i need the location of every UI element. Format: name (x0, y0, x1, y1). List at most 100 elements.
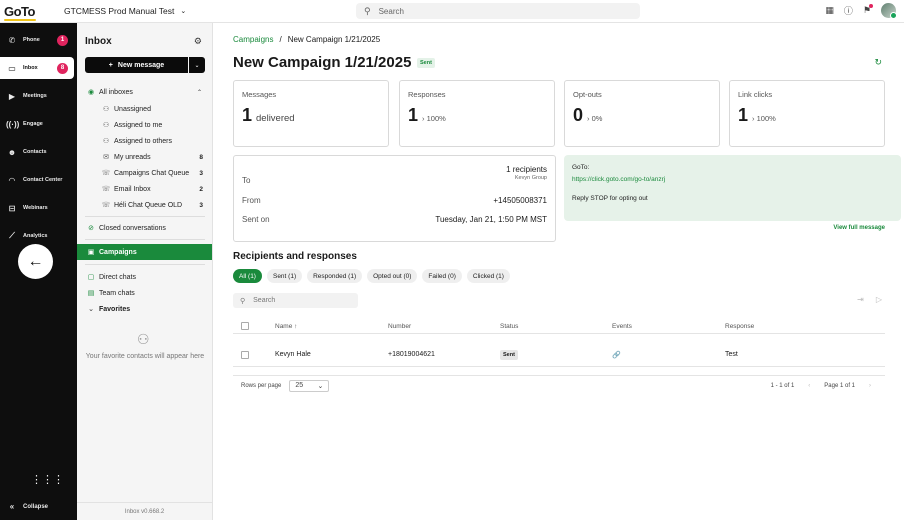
inbox-email[interactable]: ☏ Email Inbox 2 (77, 181, 212, 197)
top-bar: GoTo GTCMESS Prod Manual Test ⌄ ⚲ Search… (0, 0, 904, 23)
contacts-icon: ☻ (7, 147, 17, 157)
webinar-icon: ⊟ (8, 203, 16, 213)
top-icons: ▦ ⓘ ⚑ (825, 3, 897, 19)
header-number: Number (388, 322, 412, 330)
inbox-heli-chat-queue[interactable]: ☏ Héli Chat Queue OLD 3 (77, 197, 212, 213)
headset-icon: ◠ (8, 175, 16, 185)
person-icon: ⚇ (102, 106, 110, 113)
user-avatar[interactable] (881, 3, 897, 19)
filter-opted-out[interactable]: Opted out (0) (367, 269, 418, 283)
select-all-checkbox[interactable] (241, 322, 249, 330)
nav-label: Contact Center (23, 177, 63, 183)
tenant-name: GTCMESS Prod Manual Test (64, 6, 175, 16)
nav-contacts[interactable]: ☻ Contacts (0, 141, 74, 163)
goto-logo[interactable]: GoTo (4, 4, 52, 21)
inbox-assigned-to-me[interactable]: ⚇ Assigned to me (77, 117, 212, 133)
inbox-assigned-to-others[interactable]: ⚇ Assigned to others (77, 133, 212, 149)
header-events: Events (612, 322, 632, 330)
favorites-toggle[interactable]: ⌄ Favorites (77, 301, 212, 317)
row-label: Assigned to others (114, 137, 172, 145)
stat-unit: delivered (256, 113, 295, 124)
tenant-selector[interactable]: GTCMESS Prod Manual Test ⌄ (64, 6, 186, 16)
sent-date: Tuesday, Jan 21, 1:50 PM MST (435, 215, 547, 224)
nav-engage[interactable]: ((·)) Engage (0, 113, 74, 135)
prev-page-icon[interactable]: ‹ (808, 383, 810, 389)
help-icon[interactable]: ⓘ (844, 4, 853, 17)
closed-conversations[interactable]: ⊘ Closed conversations (77, 220, 212, 236)
nav-label: Engage (23, 121, 43, 127)
filter-failed[interactable]: Failed (0) (422, 269, 462, 283)
stat-number: 1 (738, 105, 749, 125)
stat-number: 1 (242, 105, 253, 125)
inbox-my-unreads[interactable]: ✉ My unreads 8 (77, 149, 212, 165)
filter-all[interactable]: All (1) (233, 269, 262, 283)
team-icon: ▤ (87, 290, 95, 297)
rows-per-page-label: Rows per page (241, 382, 282, 389)
global-search-input[interactable]: ⚲ Search (356, 3, 640, 19)
video-icon: ▶ (8, 91, 16, 101)
filter-sent[interactable]: Sent (1) (266, 269, 303, 283)
filter-chips: All (1) Sent (1) Responded (1) Opted out… (233, 269, 510, 283)
stat-label: Responses (408, 90, 446, 99)
send-icon[interactable]: ▷ (876, 295, 882, 304)
check-circle-icon: ⊘ (88, 225, 94, 232)
row-label: Assigned to me (114, 121, 163, 129)
stat-percent: › 100% (752, 114, 776, 123)
stat-percent: › 100% (422, 114, 446, 123)
apps-grid-icon[interactable]: ⋮⋮⋮ (31, 473, 64, 486)
calendar-icon[interactable]: ▦ (825, 5, 834, 16)
row-checkbox[interactable] (241, 350, 249, 359)
team-chats[interactable]: ▤ Team chats (77, 285, 212, 301)
next-page-icon[interactable]: › (869, 383, 871, 389)
table-row[interactable]: Kevyn Hale +18019004621 Sent 🔗 Test (233, 343, 885, 367)
nav-label: Contacts (23, 149, 47, 155)
nav-label: Meetings (23, 93, 47, 99)
new-message-dropdown[interactable]: ⌄ (189, 57, 205, 73)
filter-responded[interactable]: Responded (1) (307, 269, 363, 283)
rows-per-page-select[interactable]: 25 ⌄ (289, 379, 330, 392)
row-label: Direct chats (99, 273, 136, 281)
view-full-message-link[interactable]: View full message (833, 225, 885, 231)
nav-meetings[interactable]: ▶ Meetings (0, 85, 74, 107)
cell-response: Test (725, 351, 738, 358)
from-number: +14505008371 (493, 196, 547, 205)
detail-label: From (242, 196, 261, 205)
export-icon[interactable]: ⇥ (857, 295, 864, 304)
recipients-search-input[interactable]: ⚲ Search (233, 293, 358, 308)
breadcrumb-campaigns-link[interactable]: Campaigns (233, 35, 273, 44)
new-message-label: New message (117, 61, 165, 69)
breadcrumb: Campaigns / New Campaign 1/21/2025 (233, 35, 380, 44)
direct-chats[interactable]: ▢ Direct chats (77, 269, 212, 285)
chevron-down-icon: ⌄ (180, 8, 187, 15)
row-label: Unassigned (114, 105, 151, 113)
divider (85, 264, 205, 265)
collapse-button[interactable]: « Collapse (6, 502, 48, 511)
search-placeholder: Search (253, 297, 276, 304)
header-name[interactable]: Name ↑ (275, 323, 297, 330)
campaigns-item[interactable]: ▣ Campaigns (77, 244, 212, 260)
inbox-badge: 8 (57, 62, 68, 74)
filter-clicked[interactable]: Clicked (1) (466, 269, 510, 283)
inbox-unassigned[interactable]: ⚇ Unassigned (77, 101, 212, 117)
preview-link[interactable]: https://click.goto.com/go-to/anzrj (572, 176, 893, 183)
nav-inbox[interactable]: ▭ Inbox 8 (0, 57, 74, 79)
plus-icon: + (108, 61, 113, 69)
gear-icon[interactable]: ⚙ (194, 36, 202, 47)
row-label: Closed conversations (99, 224, 166, 232)
analytics-icon: ⟋ (9, 231, 15, 240)
notifications-icon[interactable]: ⚑ (863, 4, 874, 16)
nav-contact-center[interactable]: ◠ Contact Center (0, 169, 74, 191)
nav-webinars[interactable]: ⊟ Webinars (0, 197, 74, 219)
chevron-down-icon: ⌄ (194, 62, 200, 69)
inbox-version: Inbox v0.668.2 (77, 502, 212, 520)
sort-arrow-icon: ↑ (294, 322, 298, 330)
stat-link-clicks: Link clicks 1 › 100% (729, 80, 885, 147)
nav-phone[interactable]: ✆ Phone 1 (0, 29, 74, 51)
inbox-campaigns-chat-queue[interactable]: ☏ Campaigns Chat Queue 3 (77, 165, 212, 181)
back-arrow-icon[interactable]: ← (18, 244, 53, 279)
new-message-button[interactable]: + New message (85, 57, 188, 73)
all-inboxes[interactable]: ◉ All inboxes ⌃ (77, 84, 212, 100)
stat-label: Opt-outs (573, 90, 602, 99)
refresh-icon[interactable]: ↻ (874, 57, 882, 68)
page-indicator: Page 1 of 1 (824, 382, 855, 389)
